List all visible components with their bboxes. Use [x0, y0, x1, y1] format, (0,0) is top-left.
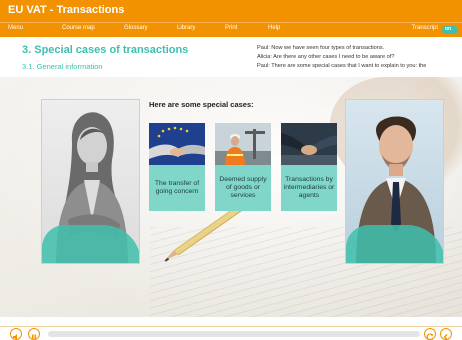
replay-button[interactable] — [424, 328, 436, 340]
chapter-title: 3. Special cases of transactions — [22, 44, 189, 56]
previous-button[interactable] — [440, 328, 452, 340]
transcript-line: Alicia: Are there any other cases I need… — [257, 54, 395, 60]
transcript-toggle[interactable]: on — [442, 26, 458, 34]
progress-bar[interactable] — [48, 331, 420, 337]
menu-item-print[interactable]: Print — [225, 25, 237, 31]
menu-item-menu[interactable]: Menu — [8, 25, 23, 31]
transcript-label: Transcript — [411, 25, 438, 31]
app-title: EU VAT - Transactions — [8, 4, 125, 16]
handshake-eu-flag-image — [149, 123, 205, 165]
case-card-transfer-of-going-concern[interactable]: The transfer of going concern — [149, 123, 205, 211]
menu-bar: Menu Course map Glossary Library Print H… — [0, 22, 462, 37]
media-player-bar — [0, 326, 462, 340]
volume-button[interactable] — [10, 328, 22, 340]
business-handshake-image — [281, 123, 337, 165]
section-title: 3.1. General information — [22, 62, 103, 71]
construction-worker-image — [215, 123, 271, 165]
transcript-line: Paul: Now we have seen four types of tra… — [257, 45, 385, 51]
businesswoman-portrait — [41, 99, 140, 264]
speaker-icon — [13, 334, 17, 340]
menu-item-help[interactable]: Help — [268, 25, 280, 31]
title-bar: EU VAT - Transactions — [0, 0, 462, 22]
pause-icon — [32, 334, 36, 340]
chevron-left-icon — [443, 334, 448, 340]
transcript-line: Paul: There are some special cases that … — [257, 63, 427, 69]
transcript-panel[interactable]: Paul: Now we have seen four types of tra… — [257, 44, 457, 72]
pause-button[interactable] — [28, 328, 40, 340]
menu-item-course-map[interactable]: Course map — [62, 25, 95, 31]
menu-item-library[interactable]: Library — [177, 25, 195, 31]
transcript-toggle-state: on — [445, 26, 452, 32]
case-label: The transfer of going concern — [149, 165, 205, 211]
content-stage: Here are some special cases: The transfe… — [0, 77, 462, 317]
cases-heading: Here are some special cases: — [149, 100, 254, 109]
case-label: Transactions by intermediaries or agents — [281, 165, 337, 211]
replay-icon — [426, 333, 434, 340]
app-window: EU VAT - Transactions Menu Course map Gl… — [0, 0, 462, 340]
case-card-intermediaries[interactable]: Transactions by intermediaries or agents — [281, 123, 337, 211]
case-label: Deemed supply of goods or services — [215, 165, 271, 211]
businessman-portrait — [345, 99, 444, 264]
case-card-deemed-supply[interactable]: Deemed supply of goods or services — [215, 123, 271, 211]
menu-item-glossary[interactable]: Glossary — [124, 25, 148, 31]
